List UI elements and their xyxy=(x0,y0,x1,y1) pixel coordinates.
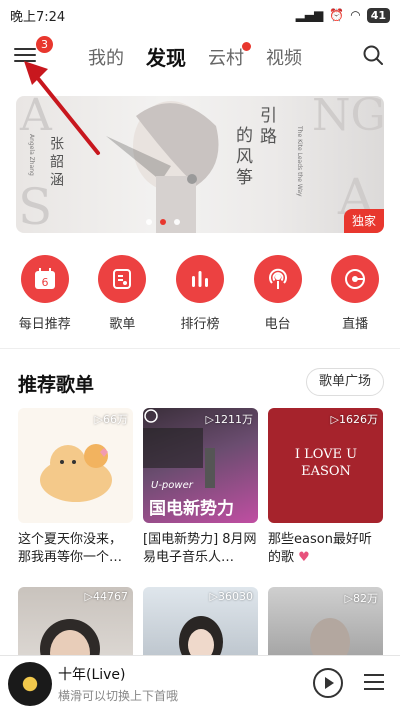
tab-label: 我的 xyxy=(88,47,124,69)
banner-deco-letter: A xyxy=(20,96,52,141)
banner-song-title-2: 的风筝 xyxy=(232,126,252,189)
playlist-card[interactable]: ▷1626万 I LOVE U EASON 那些eason最好听的歌 ♥ xyxy=(268,408,383,567)
shortcut-label: 每日推荐 xyxy=(18,317,71,332)
queue-icon-line xyxy=(364,674,384,676)
queue-icon-line xyxy=(364,688,384,690)
playlist-queue-button[interactable] xyxy=(364,674,386,692)
playlist-card[interactable]: ▷66万 这个夏天你没来，那我再等你一个… xyxy=(18,408,133,567)
shortcut-charts[interactable]: 排行榜 xyxy=(165,255,235,332)
play-count: ▷36030 xyxy=(209,590,253,603)
banner-artist-image xyxy=(106,101,219,233)
pagination-dot-active xyxy=(160,219,166,225)
menu-icon-line xyxy=(14,60,36,62)
menu-icon-line xyxy=(14,54,36,56)
play-count: ▷44767 xyxy=(84,590,128,603)
queue-icon-line xyxy=(364,681,384,683)
playlist-cover: ▷1626万 I LOVE U EASON xyxy=(268,408,383,523)
cover-text: 国电新势力 xyxy=(149,499,234,519)
play-icon xyxy=(325,677,334,689)
pagination-dot xyxy=(146,219,152,225)
chart-glyph xyxy=(191,271,208,287)
radio-icon xyxy=(253,255,302,303)
banner-subtext: Angela Zhang xyxy=(28,134,35,176)
section-title: 推荐歌单 xyxy=(18,374,95,396)
status-time: 晚上7:24 xyxy=(10,9,66,25)
shortcut-radio[interactable]: 电台 xyxy=(243,255,313,332)
playlist-cover: ▷1211万 U-power 国电新势力 xyxy=(143,408,258,523)
tab-label: 发现 xyxy=(146,46,186,70)
signal-icon: ▂▄▆ xyxy=(295,8,324,22)
live-glyph xyxy=(345,269,366,289)
calendar-glyph: 6 xyxy=(34,268,55,289)
playlist-title-text: 那些eason最好听的歌 xyxy=(268,532,372,565)
tab-label: 云村 xyxy=(208,47,244,69)
search-icon xyxy=(363,45,383,65)
playlist-title: 那些eason最好听的歌 ♥ xyxy=(268,531,383,567)
section-divider xyxy=(0,348,400,349)
menu-badge: 3 xyxy=(36,36,53,53)
radio-glyph xyxy=(268,268,287,289)
mini-player[interactable]: 十年(Live) 横滑可以切换上下首哦 xyxy=(0,655,400,711)
search-button[interactable] xyxy=(362,44,384,66)
play-count: ▷82万 xyxy=(344,592,378,605)
banner-subtext: The Kite Leads the Way xyxy=(296,126,303,197)
tab-video[interactable]: 视频 xyxy=(266,44,302,70)
song-title: 十年(Live) xyxy=(58,667,126,683)
status-icons: ▂▄▆ ⏰ ◠ 41 xyxy=(295,7,390,23)
playlist-title: 这个夏天你没来，那我再等你一个… xyxy=(18,532,123,565)
tab-discover[interactable]: 发现 xyxy=(146,42,186,71)
play-count: ▷1211万 xyxy=(205,413,253,426)
banner-artist: 张韶涵 xyxy=(48,136,64,190)
pagination-dot xyxy=(174,219,180,225)
cover-text: I LOVE U EASON xyxy=(294,447,358,479)
shortcut-daily-recommend[interactable]: 6 每日推荐 xyxy=(10,255,80,332)
banner[interactable]: A S NG A Angela Zhang 张韶涵 引路 的风筝 The Kit… xyxy=(16,96,384,233)
menu-icon-line xyxy=(14,48,36,50)
play-button[interactable] xyxy=(313,668,343,698)
banner-deco-letter: NG xyxy=(312,96,384,141)
top-header: 3 我的 发现 云村 视频 xyxy=(0,30,400,82)
shortcut-label: 排行榜 xyxy=(180,317,220,332)
exclusive-tag: 独家 xyxy=(344,209,384,233)
playlist-square-button[interactable]: 歌单广场 xyxy=(305,368,384,396)
shortcut-label: 歌单 xyxy=(109,317,136,332)
playlist-cover: ▷66万 xyxy=(18,408,133,523)
battery-indicator: 41 xyxy=(366,7,390,23)
banner-pagination xyxy=(146,219,180,225)
alarm-icon: ⏰ xyxy=(329,8,345,22)
playlist-glyph xyxy=(113,269,132,289)
banner-song-title: 引路 xyxy=(256,106,276,148)
top-tabs: 我的 发现 云村 视频 xyxy=(88,41,302,71)
tab-label: 视频 xyxy=(266,47,302,69)
calendar-day: 6 xyxy=(41,276,48,289)
playlist-icon xyxy=(98,255,147,303)
chart-icon xyxy=(175,255,224,303)
playlist-title: [国电新势力] 8月网易电子音乐人… xyxy=(143,532,257,565)
playlist-card[interactable]: ▷1211万 U-power 国电新势力 [国电新势力] 8月网易电子音乐人… xyxy=(143,408,258,567)
new-dot xyxy=(242,41,251,51)
shortcut-label: 电台 xyxy=(264,317,291,332)
tab-mine[interactable]: 我的 xyxy=(88,44,124,70)
play-count: ▷66万 xyxy=(94,413,128,426)
shortcut-live[interactable]: 直播 xyxy=(320,255,390,332)
shortcut-playlist[interactable]: 歌单 xyxy=(87,255,157,332)
tab-cloud-village[interactable]: 云村 xyxy=(208,41,251,70)
cover-subtext: U-power xyxy=(151,480,193,491)
shortcut-label: 直播 xyxy=(342,317,369,332)
wifi-icon: ◠ xyxy=(350,8,361,22)
shortcut-row: 6 每日推荐 歌单 排行榜 电台 直播 xyxy=(0,255,400,332)
heart-icon: ♥ xyxy=(298,550,310,565)
play-count: ▷1626万 xyxy=(330,413,378,426)
status-bar: 晚上7:24 ▂▄▆ ⏰ ◠ 41 xyxy=(0,0,400,30)
live-icon xyxy=(331,255,380,303)
album-disc[interactable] xyxy=(8,662,52,706)
swipe-hint: 横滑可以切换上下首哦 xyxy=(58,689,179,703)
calendar-icon: 6 xyxy=(20,255,69,303)
